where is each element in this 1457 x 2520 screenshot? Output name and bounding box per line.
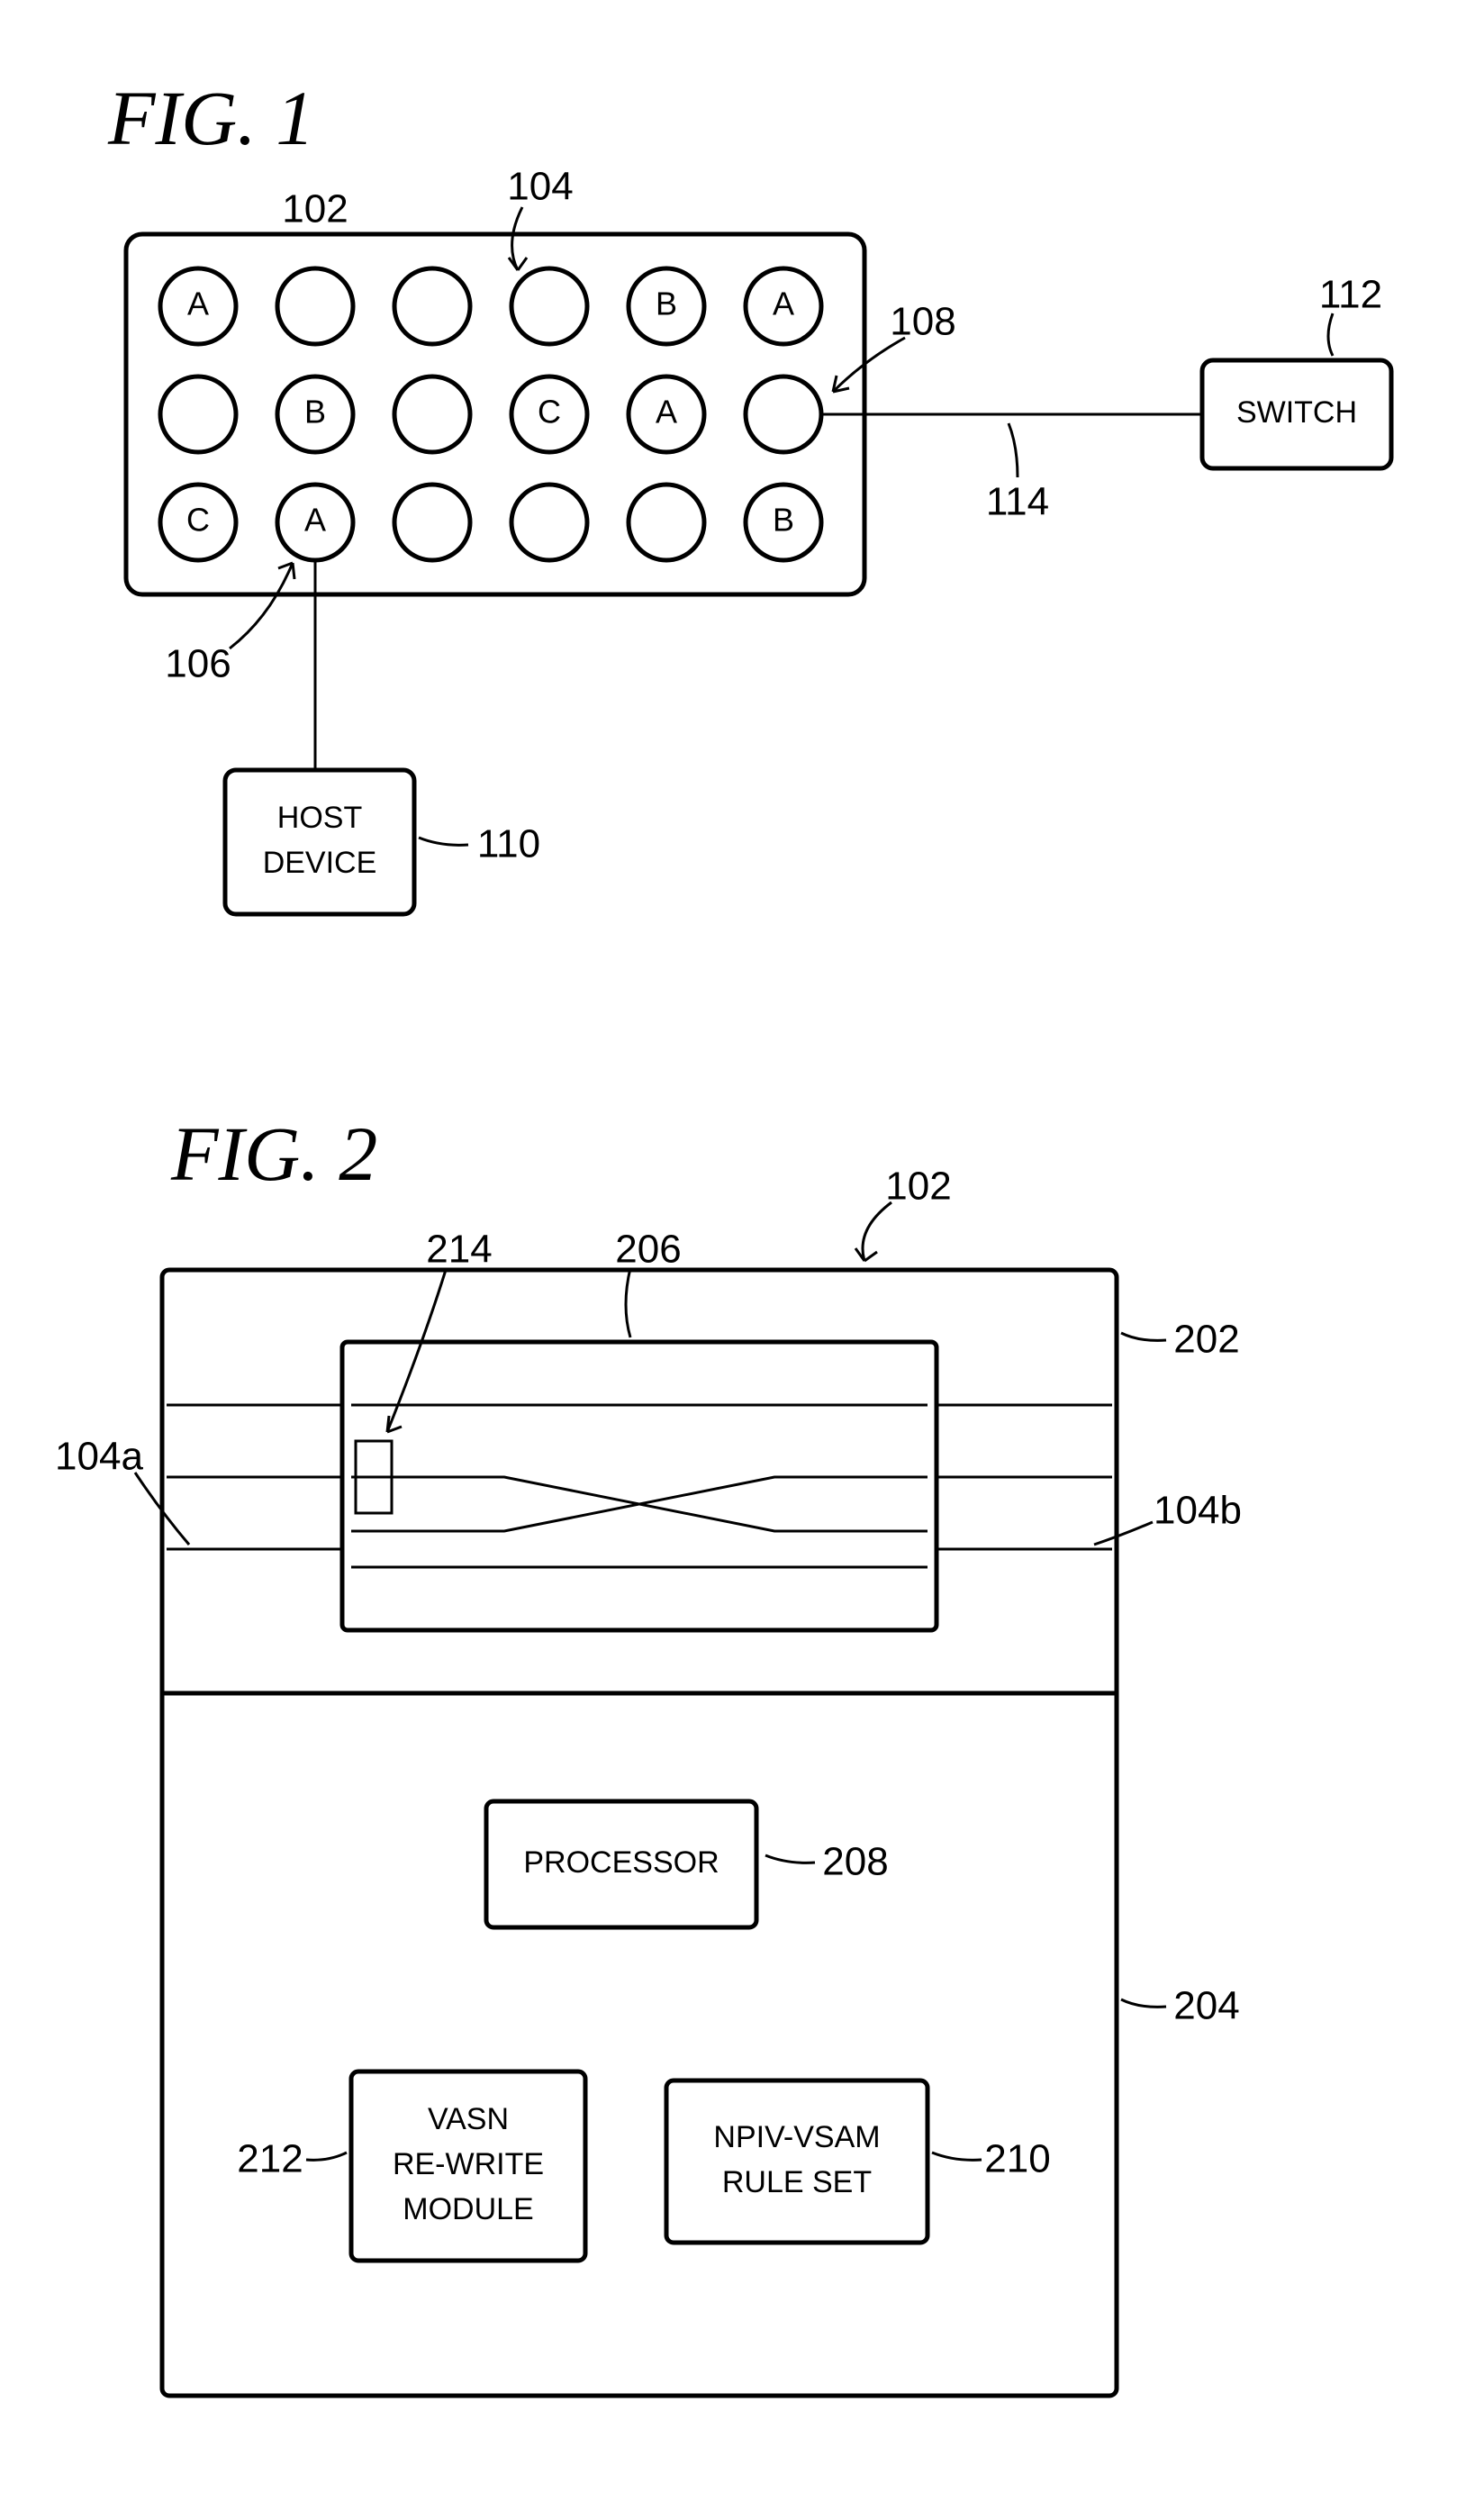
block-crossbar: [342, 1342, 937, 1630]
ref-202: 202: [1173, 1318, 1239, 1362]
host-l2: DEVICE: [263, 846, 377, 880]
ref-208: 208: [822, 1840, 888, 1884]
leader-202: [1121, 1333, 1166, 1340]
ref-102: 102: [282, 187, 348, 231]
ref-112: 112: [1319, 273, 1382, 317]
fig2-title: FIG. 2: [170, 1110, 377, 1197]
ref-110: 110: [477, 822, 540, 866]
ref-204: 204: [1173, 1984, 1239, 2028]
npiv-l1: NPIV-VSAM: [713, 2120, 880, 2154]
svg-text:C: C: [186, 502, 210, 539]
fig1-title: FIG. 1: [107, 75, 314, 161]
figure-2: FIG. 2 102 202 204 206 214: [55, 1110, 1242, 2396]
ref-104b: 104b: [1154, 1489, 1242, 1533]
svg-text:A: A: [187, 286, 209, 322]
host-l1: HOST: [277, 801, 362, 835]
leader-108: [833, 338, 905, 392]
leader-110: [419, 838, 468, 845]
leader-214: [387, 1270, 446, 1432]
leader-204: [1121, 1999, 1166, 2007]
ref-106: 106: [165, 642, 231, 686]
svg-text:B: B: [656, 286, 677, 322]
ref-104a: 104a: [55, 1435, 143, 1479]
ref-206: 206: [615, 1228, 681, 1272]
ref-210: 210: [984, 2137, 1050, 2181]
switch-label: SWITCH: [1236, 395, 1357, 430]
svg-text:B: B: [773, 502, 794, 539]
leader-104: [512, 207, 522, 270]
ref-214: 214: [426, 1228, 492, 1272]
figure-1: FIG. 1 102 104 A B A B C A C A: [107, 75, 1391, 914]
svg-text:A: A: [773, 286, 794, 322]
ref2-102: 102: [885, 1165, 951, 1209]
ref-114: 114: [986, 480, 1049, 524]
diagram-root: FIG. 1 102 104 A B A B C A C A: [0, 0, 1457, 2520]
vasn-l2: RE-WRITE: [393, 2147, 544, 2181]
leader-208: [765, 1855, 815, 1863]
leader-212: [306, 2153, 347, 2160]
vasn-l3: MODULE: [403, 2192, 533, 2226]
processor-label: PROCESSOR: [523, 1845, 719, 1880]
ports: A B A B C A C A B: [160, 268, 821, 560]
leader-104b: [1094, 1522, 1153, 1545]
ref-212: 212: [237, 2137, 303, 2181]
npiv-l2: RULE SET: [722, 2165, 872, 2199]
svg-text:A: A: [656, 394, 677, 431]
svg-text:B: B: [304, 394, 326, 431]
leader-206: [626, 1268, 630, 1337]
vasn-l1: VASN: [428, 2102, 509, 2136]
block-npiv: [666, 2080, 928, 2243]
svg-text:A: A: [304, 502, 326, 539]
leader-210: [932, 2153, 982, 2160]
leader-112: [1328, 313, 1333, 356]
ref-108: 108: [890, 300, 955, 344]
leader-106: [230, 563, 293, 648]
ref-104: 104: [507, 165, 573, 209]
block-outer: [162, 1270, 1117, 2396]
port-108: [746, 376, 821, 452]
svg-text:C: C: [538, 394, 561, 431]
leader-114: [1009, 423, 1018, 477]
block-host: [225, 770, 414, 914]
